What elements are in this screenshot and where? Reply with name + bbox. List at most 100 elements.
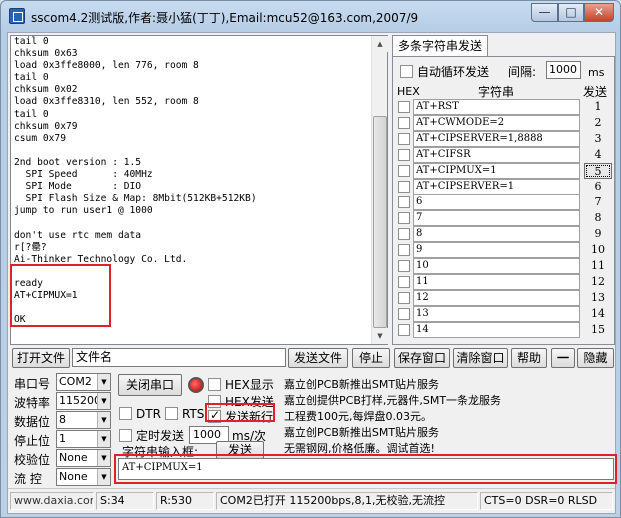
- hex-row-checkbox[interactable]: [398, 228, 410, 241]
- open-file-button[interactable]: 打开文件: [12, 348, 70, 368]
- receive-scrollbar[interactable]: ▲ ▼: [371, 36, 388, 344]
- hex-row-checkbox[interactable]: [398, 212, 410, 225]
- string-row-input[interactable]: 10: [413, 258, 580, 274]
- hex-header: HEX: [397, 85, 420, 98]
- string-row: 11 12: [397, 273, 612, 290]
- timed-send-checkbox[interactable]: [119, 429, 132, 442]
- client-area: tail 0 chksum 0x63 load 0x3ffe8000, len …: [7, 32, 617, 514]
- databits-select[interactable]: 8 ▼: [56, 411, 111, 429]
- send-row-button[interactable]: 6: [584, 179, 612, 195]
- scroll-down-icon[interactable]: ▼: [372, 328, 388, 344]
- string-row: 9 10: [397, 242, 612, 259]
- send-row-button[interactable]: 8: [584, 210, 612, 226]
- ad-line[interactable]: 嘉立创PCB新推出SMT贴片服务: [284, 376, 439, 392]
- string-row-input[interactable]: AT+CIPMUX=1: [413, 162, 580, 179]
- loop-checkbox[interactable]: [400, 65, 413, 78]
- string-row-input[interactable]: 7: [413, 210, 580, 227]
- maximize-button[interactable]: □: [558, 3, 584, 22]
- send-input[interactable]: AT+CIPMUX=1: [118, 458, 614, 480]
- flow-select[interactable]: None ▼: [56, 468, 111, 486]
- hex-row-checkbox[interactable]: [398, 260, 410, 272]
- hex-row-checkbox[interactable]: [398, 307, 410, 320]
- hex-row-checkbox[interactable]: [398, 291, 410, 304]
- send-row-button[interactable]: 11: [584, 258, 612, 274]
- string-row-input[interactable]: AT+CIFSR: [413, 146, 580, 163]
- ad-line[interactable]: 嘉立创PCB新推出SMT贴片服务: [284, 424, 439, 440]
- clear-window-button[interactable]: 清除窗口: [453, 348, 508, 368]
- rts-checkbox[interactable]: [165, 407, 178, 420]
- string-row-input[interactable]: 8: [413, 226, 580, 243]
- rts-option[interactable]: RTS: [165, 407, 204, 421]
- filename-field[interactable]: 文件名: [72, 348, 286, 367]
- baud-select[interactable]: 115200 ▼: [56, 392, 111, 410]
- send-row-button[interactable]: 7: [584, 194, 612, 210]
- string-row-input[interactable]: 13: [413, 305, 580, 322]
- string-row-input[interactable]: 14: [413, 321, 580, 338]
- send-newline-checkbox[interactable]: [208, 408, 221, 423]
- stopbits-select[interactable]: 1 ▼: [56, 430, 111, 448]
- parity-select[interactable]: None ▼: [56, 449, 111, 467]
- send-row-button[interactable]: 1: [584, 99, 612, 115]
- hex-send-checkbox[interactable]: [208, 395, 221, 408]
- hex-row-checkbox[interactable]: [398, 116, 410, 129]
- send-row-button[interactable]: 12: [584, 274, 612, 290]
- help-button[interactable]: 帮助: [511, 348, 547, 368]
- ad-line[interactable]: 无需钢网,价格低廉。调试首选!: [284, 440, 435, 456]
- string-row-input[interactable]: AT+RST: [413, 99, 580, 115]
- status-site[interactable]: www.daxia.com: [10, 492, 94, 510]
- hex-row-checkbox[interactable]: [398, 132, 410, 145]
- send-row-button[interactable]: 2: [584, 115, 612, 131]
- string-header: 字符串: [478, 85, 515, 99]
- scroll-thumb[interactable]: [373, 116, 387, 328]
- string-row-input[interactable]: AT+CIPSERVER=1: [413, 178, 580, 195]
- send-file-button[interactable]: 发送文件: [288, 348, 348, 368]
- receive-area[interactable]: tail 0 chksum 0x63 load 0x3ffe8000, len …: [10, 35, 388, 345]
- dtr-checkbox[interactable]: [119, 407, 132, 420]
- string-row-input[interactable]: AT+CWMODE=2: [413, 114, 580, 131]
- close-port-button[interactable]: 关闭串口: [118, 374, 182, 396]
- ad-line[interactable]: 嘉立创提供PCB打样,元器件,SMT一条龙服务: [284, 392, 501, 408]
- string-row-input[interactable]: 11: [413, 273, 580, 290]
- collapse-button[interactable]: 一: [551, 348, 575, 368]
- send-row-button[interactable]: 4: [584, 147, 612, 163]
- ad-line[interactable]: 工程费100元,每焊盘0.03元。: [284, 408, 432, 424]
- string-row-input[interactable]: 6: [413, 194, 580, 211]
- port-value: COM2: [59, 375, 92, 388]
- send-row-button[interactable]: 10: [584, 242, 612, 258]
- stop-button[interactable]: 停止: [352, 348, 390, 368]
- hex-row-checkbox[interactable]: [398, 275, 410, 288]
- hex-display-option[interactable]: HEX显示: [208, 376, 274, 393]
- hex-row-checkbox[interactable]: [398, 180, 410, 193]
- close-button[interactable]: ✕: [584, 3, 614, 22]
- hex-row-checkbox[interactable]: [398, 164, 410, 177]
- tab-multi-string[interactable]: 多条字符串发送: [392, 35, 488, 57]
- hex-row-checkbox[interactable]: [398, 323, 410, 336]
- interval-input[interactable]: 1000: [546, 61, 581, 79]
- hex-row-checkbox[interactable]: [398, 148, 410, 161]
- send-row-button[interactable]: 3: [584, 131, 612, 147]
- send-row-button[interactable]: 15: [584, 322, 612, 338]
- hide-button[interactable]: 隐藏: [577, 348, 614, 368]
- string-row-input[interactable]: AT+CIPSERVER=1,8888: [413, 130, 580, 147]
- port-select[interactable]: COM2 ▼: [56, 373, 111, 391]
- hex-row-checkbox[interactable]: [398, 101, 410, 113]
- send-row-button[interactable]: 14: [584, 306, 612, 322]
- hex-display-checkbox[interactable]: [208, 378, 221, 391]
- loop-send-option[interactable]: 自动循环发送: [400, 63, 489, 80]
- hex-row-checkbox[interactable]: [398, 244, 410, 257]
- send-button[interactable]: 发送: [216, 441, 264, 459]
- minimize-button[interactable]: —: [531, 3, 558, 22]
- send-row-button[interactable]: 5: [584, 162, 612, 179]
- string-row-input[interactable]: 9: [413, 242, 580, 259]
- send-row-button[interactable]: 9: [584, 226, 612, 242]
- save-window-button[interactable]: 保存窗口: [394, 348, 450, 368]
- hex-row-checkbox[interactable]: [398, 196, 410, 209]
- timed-send-option[interactable]: 定时发送: [119, 427, 184, 444]
- string-row-input[interactable]: 12: [413, 289, 580, 306]
- scroll-up-icon[interactable]: ▲: [372, 36, 388, 52]
- dtr-option[interactable]: DTR: [119, 407, 161, 421]
- string-row: AT+RST 1: [397, 99, 612, 115]
- send-newline-option[interactable]: 发送新行: [208, 408, 273, 425]
- status-bar: www.daxia.com S:34 R:530 COM2已打开 115200b…: [8, 488, 615, 513]
- send-row-button[interactable]: 13: [584, 290, 612, 306]
